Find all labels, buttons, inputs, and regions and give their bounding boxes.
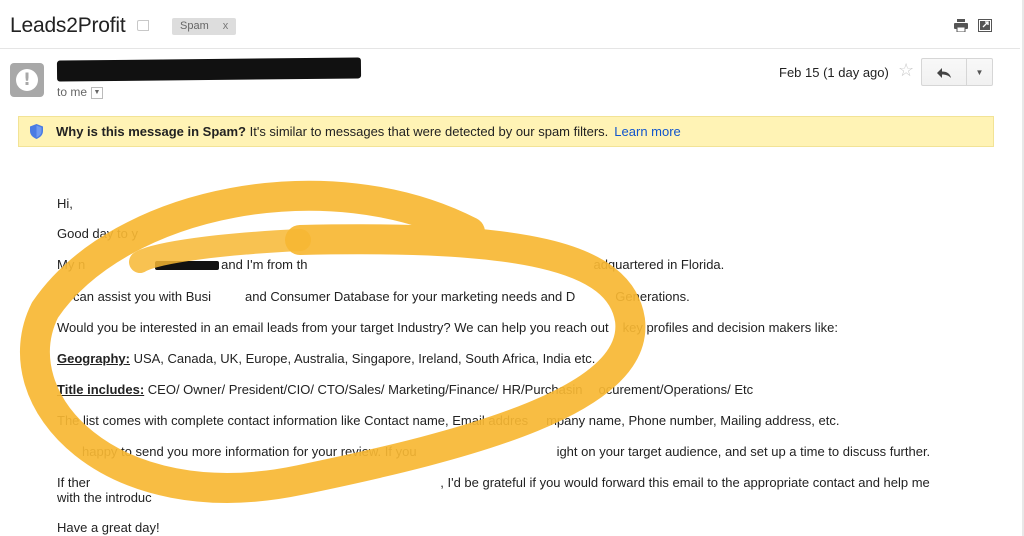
spam-banner-message: Why is this message in Spam? It's simila… (56, 117, 681, 146)
spam-banner-text: It's similar to messages that were detec… (246, 124, 609, 139)
reply-icon (937, 68, 951, 79)
geography-text: USA, Canada, UK, Europe, Australia, Sing… (129, 351, 596, 366)
header-divider (0, 48, 1020, 49)
body-fragment: mpany name, Phone number, Mailing addres… (546, 413, 840, 428)
spam-label-chip[interactable]: Spam x (172, 18, 237, 35)
body-fragment: adquartered in Florida. (593, 257, 725, 272)
sender-avatar: ! (10, 63, 44, 97)
body-closing: Have a great day! (57, 520, 160, 535)
titles-label: Title includes: (57, 382, 145, 397)
titles-text: CEO/ Owner/ President/CIO/ CTO/Sales/ Ma… (144, 382, 583, 397)
body-line: with the introduc (57, 490, 152, 505)
body-fragment: key profiles and decision makers like: (622, 320, 838, 335)
body-fragment: happy to send you more information for y… (82, 444, 417, 459)
body-fragment: ight on your target audience, and set up… (556, 444, 931, 459)
recipient-text: to me (57, 85, 88, 99)
body-line: The list comes with complete contact inf… (57, 413, 839, 428)
remove-label-button[interactable]: x (223, 20, 229, 32)
spam-banner-title: Why is this message in Spam? (56, 124, 246, 139)
body-fragment: , I'd be grateful if you would forward t… (440, 475, 930, 490)
more-actions-button[interactable]: ▼ (967, 58, 993, 86)
learn-more-link[interactable]: Learn more (614, 124, 680, 139)
email-date: Feb 15 (1 day ago) (779, 65, 889, 80)
star-icon[interactable]: ☆ (898, 60, 914, 81)
sender-name-redacted (56, 57, 362, 82)
header-actions (954, 19, 992, 33)
reply-button[interactable] (921, 58, 967, 86)
body-line-titles: Title includes: CEO/ Owner/ President/CI… (57, 382, 753, 397)
shield-icon (30, 124, 43, 139)
name-redacted (155, 261, 220, 271)
body-fragment: If ther (57, 475, 91, 490)
body-fragment: The list comes with complete contact inf… (57, 413, 529, 428)
body-line: Would you be interested in an email lead… (57, 320, 838, 335)
label-tag-icon[interactable] (137, 20, 149, 31)
reply-button-group: ▼ (921, 58, 993, 86)
new-window-icon[interactable] (978, 19, 992, 32)
body-fragment: My n (57, 257, 86, 272)
recipient-line: to me ▼ (57, 85, 104, 99)
printer-icon[interactable] (954, 19, 968, 33)
body-line: My n and I'm from th adquartered in Florid… (57, 257, 724, 272)
titles-text: ocurement/Operations/ Etc (598, 382, 754, 397)
email-subject: Leads2Profit (10, 14, 126, 37)
body-fragment: and Consumer Database for your marketing… (245, 289, 576, 304)
body-line: happy to send you more information for y… (82, 444, 930, 459)
warning-icon: ! (16, 69, 38, 91)
body-fragment: and I'm from th (221, 257, 308, 272)
body-line: Good day to y (57, 226, 138, 241)
body-line: can assist you with Busi and Consumer Dat… (73, 289, 690, 304)
body-greeting: Hi, (57, 196, 73, 211)
body-fragment: Would you be interested in an email lead… (57, 320, 609, 335)
show-details-button[interactable]: ▼ (91, 86, 104, 99)
chevron-down-icon: ▼ (975, 68, 984, 77)
geography-label: Geography: (57, 351, 130, 366)
body-line-geography: Geography: USA, Canada, UK, Europe, Aust… (57, 351, 595, 366)
body-fragment: can assist you with Busi (73, 289, 212, 304)
spam-label-text: Spam (180, 20, 209, 32)
body-fragment: Generations. (615, 289, 690, 304)
spam-warning-banner: Why is this message in Spam? It's simila… (18, 116, 994, 147)
body-line: If ther , I'd be grateful if you would fo… (57, 475, 930, 490)
